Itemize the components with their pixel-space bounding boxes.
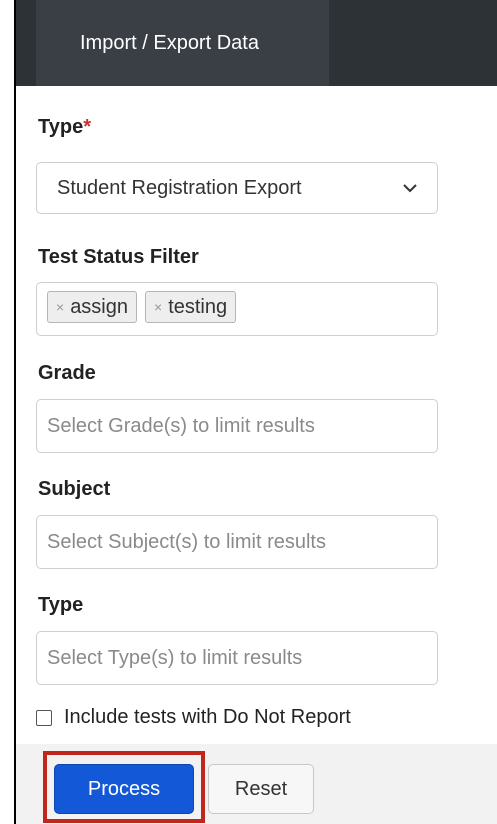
do-not-report-row[interactable]: Include tests with Do Not Report: [36, 706, 351, 729]
type-label: Type*: [38, 116, 91, 138]
tag-label: assign: [70, 295, 128, 318]
tag-remove-icon[interactable]: ×: [154, 299, 162, 315]
grade-label: Grade: [38, 362, 96, 384]
tag-remove-icon[interactable]: ×: [56, 299, 64, 315]
type-filter-input[interactable]: [36, 631, 438, 685]
form-actions: Process Reset: [16, 744, 497, 824]
test-status-label: Test Status Filter: [38, 246, 199, 268]
type-select-value: Student Registration Export: [57, 176, 302, 199]
grade-input[interactable]: [36, 399, 438, 453]
type-filter-label: Type: [38, 594, 84, 616]
test-status-multiselect[interactable]: × assign × testing: [36, 282, 438, 336]
tag-label: testing: [168, 295, 228, 318]
tag-assign: × assign: [47, 291, 137, 323]
tag-testing: × testing: [145, 291, 237, 323]
reset-button[interactable]: Reset: [208, 764, 314, 814]
subject-input[interactable]: [36, 515, 438, 569]
panel-left-border: [14, 0, 16, 824]
do-not-report-label: Include tests with Do Not Report: [64, 706, 351, 728]
type-select[interactable]: Student Registration Export: [36, 162, 438, 214]
process-button[interactable]: Process: [54, 764, 194, 814]
chevron-down-icon: [403, 184, 417, 193]
tab-import-export[interactable]: Import / Export Data: [36, 0, 329, 86]
subject-label: Subject: [38, 478, 111, 500]
import-export-panel: Import / Export Data Type* Student Regis…: [0, 0, 497, 824]
tab-title: Import / Export Data: [80, 31, 259, 54]
panel-header: Import / Export Data: [16, 0, 497, 86]
do-not-report-checkbox[interactable]: [36, 709, 52, 726]
required-marker: *: [83, 116, 91, 138]
